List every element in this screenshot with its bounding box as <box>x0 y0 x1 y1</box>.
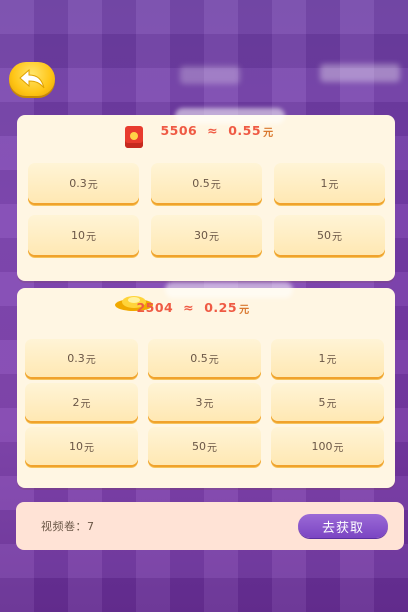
option-value: 50 <box>192 439 206 453</box>
exchange-rate: 5506 ≈ 0.55 元 <box>17 123 395 139</box>
exchange-option[interactable]: 3元 <box>148 383 261 421</box>
option-value: 5 <box>318 395 326 409</box>
option-unit: 元 <box>80 398 91 410</box>
option-unit: 元 <box>333 442 344 454</box>
exchange-option[interactable]: 30 元 <box>151 215 262 255</box>
option-unit: 元 <box>203 398 214 410</box>
exchange-rate: 2504 ≈ 0.25 元 <box>0 300 395 316</box>
option-unit: 元 <box>328 179 339 191</box>
get-more-button[interactable]: 去获取 <box>298 514 388 538</box>
exchange-option[interactable]: 50 元 <box>274 215 385 255</box>
option-unit: 元 <box>86 231 96 243</box>
option-unit: 元 <box>85 354 96 366</box>
footer-bar: 视频卷：7 去获取 <box>16 502 404 550</box>
exchange-option[interactable]: 100 元 <box>271 427 384 465</box>
option-unit: 元 <box>87 179 98 191</box>
exchange-option[interactable]: 10 元 <box>28 215 139 255</box>
rate-value: 0.25 <box>204 300 238 315</box>
option-unit: 元 <box>332 231 342 243</box>
option-value: 1 <box>318 351 326 365</box>
exchange-option[interactable]: 0.3 元 <box>28 163 139 203</box>
option-unit: 元 <box>326 354 337 366</box>
exchange-option[interactable]: 10 元 <box>25 427 138 465</box>
rate-unit: 元 <box>239 305 250 316</box>
back-arrow-icon <box>19 68 45 89</box>
back-button[interactable] <box>9 62 55 96</box>
option-unit: 元 <box>84 442 94 454</box>
exchange-option[interactable]: 1元 <box>271 339 384 377</box>
option-value: 100 <box>311 439 333 453</box>
exchange-option[interactable]: 0.5 元 <box>148 339 261 377</box>
rate-value: 0.55 <box>228 123 262 138</box>
option-value: 10 <box>71 228 85 242</box>
option-grid: 0.3 元 0.5 元 1元 10 元 30 元 50 元 <box>28 163 385 255</box>
video-voucher-count: 视频卷：7 <box>41 520 95 533</box>
option-unit: 元 <box>208 354 219 366</box>
option-value: 50 <box>317 228 331 242</box>
option-value: 3 <box>195 395 203 409</box>
blurred-text <box>320 64 400 82</box>
option-unit: 元 <box>209 231 219 243</box>
option-value: 0.3 <box>67 351 85 365</box>
option-value: 1 <box>320 176 328 190</box>
exchange-option[interactable]: 2元 <box>25 383 138 421</box>
blurred-label <box>175 108 285 124</box>
exchange-option[interactable]: 5元 <box>271 383 384 421</box>
option-value: 0.5 <box>192 176 210 190</box>
gold-panel: 2504 ≈ 0.25 元 0.3 元 0.5 元 1元 2元 3元 5元 10 元 … <box>17 282 395 488</box>
option-value: 30 <box>194 228 208 242</box>
exchange-option[interactable]: 0.3 元 <box>25 339 138 377</box>
blurred-text <box>180 66 240 84</box>
exchange-option[interactable]: 50 元 <box>148 427 261 465</box>
blurred-label <box>165 282 293 298</box>
option-unit: 元 <box>210 179 221 191</box>
approx-sign: ≈ <box>183 300 195 315</box>
rate-unit: 元 <box>263 128 274 139</box>
option-grid: 0.3 元 0.5 元 1元 2元 3元 5元 10 元 50 元 100 元 <box>25 339 384 465</box>
rate-amount: 5506 <box>160 123 198 138</box>
approx-sign: ≈ <box>207 123 219 138</box>
exchange-option[interactable]: 0.5 元 <box>151 163 262 203</box>
option-value: 10 <box>69 439 83 453</box>
exchange-option[interactable]: 1元 <box>274 163 385 203</box>
option-value: 2 <box>72 395 80 409</box>
red-packet-panel: 5506 ≈ 0.55 元 0.3 元 0.5 元 1元 10 元 30 元 50 元 <box>17 108 395 281</box>
rate-amount: 2504 <box>136 300 174 315</box>
option-value: 0.5 <box>190 351 208 365</box>
option-value: 0.3 <box>69 176 87 190</box>
option-unit: 元 <box>207 442 217 454</box>
option-unit: 元 <box>326 398 337 410</box>
